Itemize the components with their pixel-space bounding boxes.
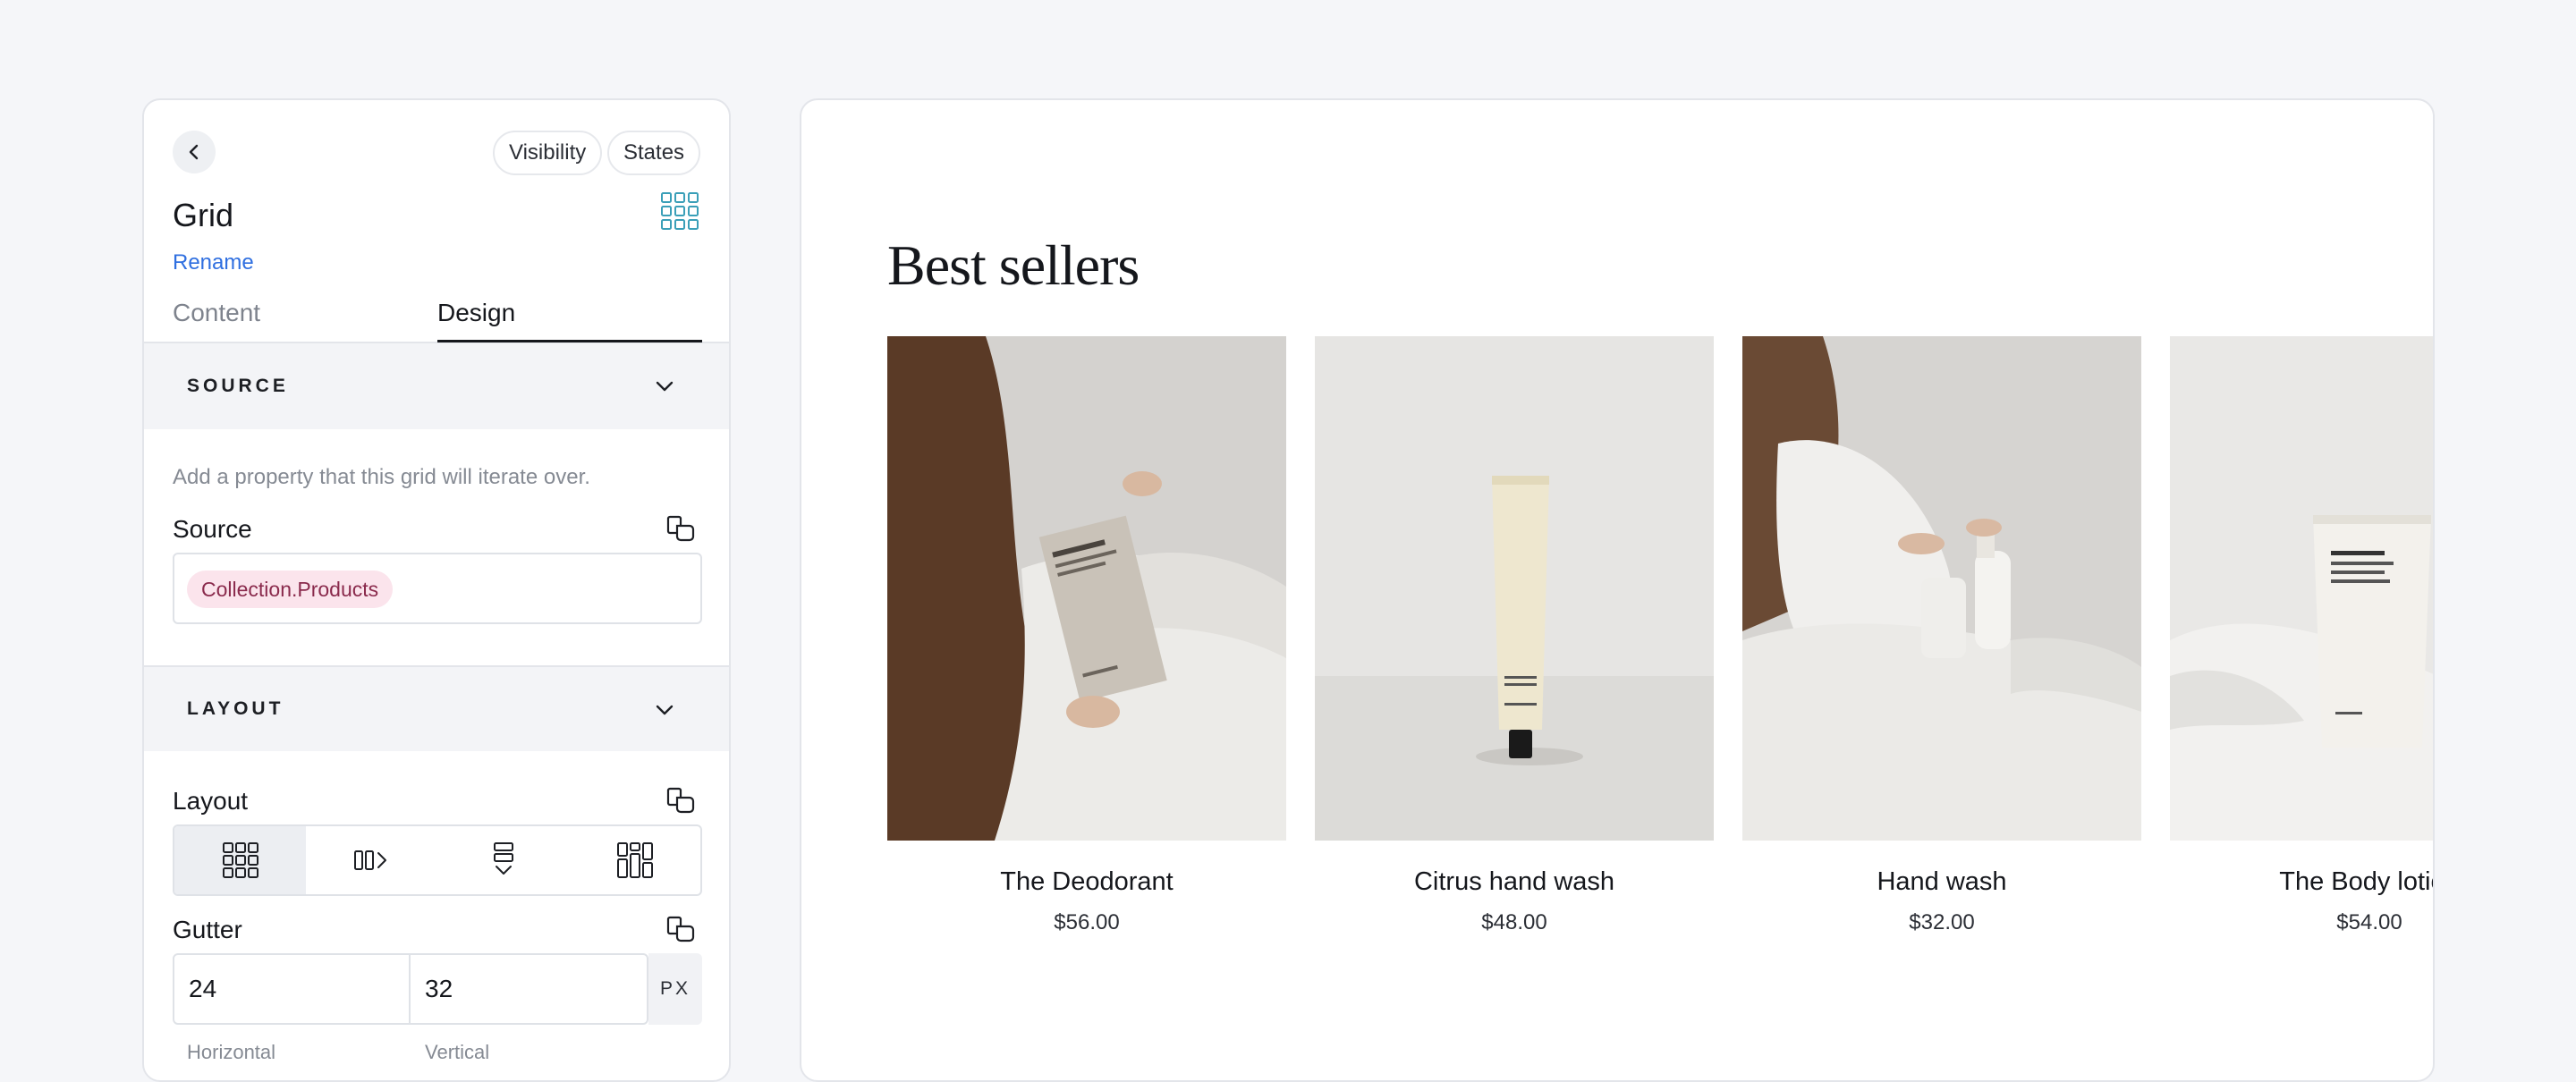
grid-layout-icon <box>222 842 258 878</box>
gutter-inputs: 24 32 PX <box>173 953 702 1025</box>
binding-icon[interactable] <box>666 916 697 943</box>
source-hint: Add a property that this grid will itera… <box>173 465 590 489</box>
product-price: $54.00 <box>2336 910 2402 934</box>
layout-option-grid[interactable] <box>174 826 306 894</box>
panel-title: Grid <box>173 197 234 233</box>
gutter-label: Gutter <box>173 916 242 943</box>
layout-option-carousel[interactable] <box>306 826 437 894</box>
chevron-left-icon <box>189 144 199 160</box>
product-price: $48.00 <box>1481 910 1547 934</box>
product-name: The Deodorant <box>1000 867 1174 896</box>
layout-option-masonry[interactable] <box>569 826 700 894</box>
stack-layout-icon <box>493 842 513 875</box>
product-price: $32.00 <box>1909 910 1975 934</box>
gutter-vertical-input[interactable]: 32 <box>411 953 648 1025</box>
product-name: Hand wash <box>1877 867 2007 896</box>
product-image <box>887 336 1286 841</box>
product-card[interactable]: The Body lotion $54.00 <box>2170 336 2433 934</box>
product-image <box>1742 336 2141 841</box>
product-image <box>2170 336 2433 841</box>
tab-content[interactable]: Content <box>173 299 260 327</box>
product-name: The Body lotion <box>2279 867 2433 896</box>
layout-type-selector <box>173 824 702 896</box>
section-heading: Best sellers <box>887 233 1140 297</box>
binding-icon[interactable] <box>666 787 697 814</box>
product-card[interactable]: The Deodorant $56.00 <box>887 336 1286 934</box>
product-card[interactable]: Citrus hand wash $48.00 <box>1315 336 1714 934</box>
source-section-label: SOURCE <box>187 376 289 396</box>
layout-section-header[interactable]: LAYOUT <box>144 665 729 751</box>
gutter-horizontal-input[interactable]: 24 <box>173 953 411 1025</box>
chevron-down-icon <box>656 381 674 392</box>
source-field[interactable]: Collection.Products <box>173 553 702 624</box>
binding-icon[interactable] <box>666 515 697 542</box>
states-button[interactable]: States <box>607 131 701 175</box>
tab-design[interactable]: Design <box>437 299 515 327</box>
layout-label: Layout <box>173 787 249 815</box>
source-label: Source <box>173 515 252 543</box>
preview-canvas: Best sellers The Deodorant $56.00 Citrus… <box>800 98 2435 1082</box>
settings-panel: Visibility States Grid Rename Content De… <box>142 98 731 1082</box>
grid-icon <box>661 192 699 230</box>
gutter-unit-selector[interactable]: PX <box>648 953 702 1025</box>
product-price: $56.00 <box>1054 910 1120 934</box>
source-section-header[interactable]: SOURCE <box>144 343 729 429</box>
product-card[interactable]: Hand wash $32.00 <box>1742 336 2141 934</box>
layout-option-stack[interactable] <box>437 826 569 894</box>
product-image <box>1315 336 1714 841</box>
back-button[interactable] <box>173 131 216 173</box>
masonry-layout-icon <box>616 842 653 878</box>
rename-link[interactable]: Rename <box>173 250 254 275</box>
source-value-chip[interactable]: Collection.Products <box>187 571 394 608</box>
active-tab-indicator <box>437 340 702 342</box>
chevron-down-icon <box>656 705 674 715</box>
visibility-button[interactable]: Visibility <box>493 131 603 175</box>
layout-section-label: LAYOUT <box>187 698 284 719</box>
carousel-layout-icon <box>353 850 386 870</box>
product-name: Citrus hand wash <box>1413 867 1615 896</box>
